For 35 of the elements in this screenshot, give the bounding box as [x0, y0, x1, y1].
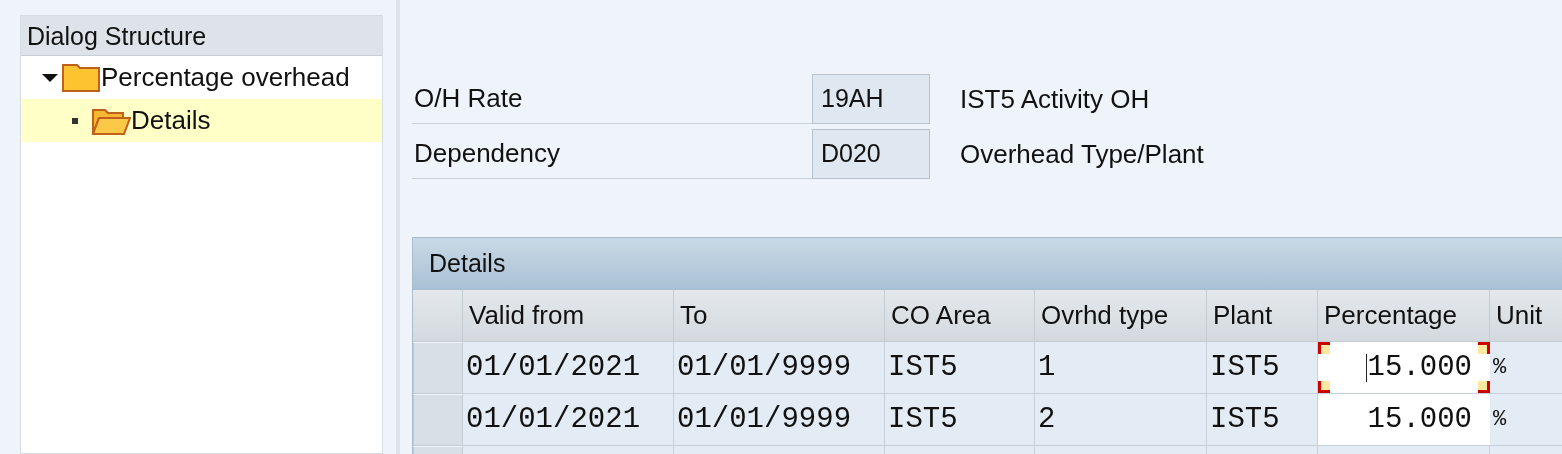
table-cell: 2: [1035, 394, 1207, 446]
row-selector[interactable]: [413, 394, 463, 446]
table-cell: %: [1490, 394, 1562, 446]
input-field[interactable]: 15.000: [1318, 342, 1490, 394]
table-cell: IST5: [1207, 342, 1318, 394]
display-field: D020: [812, 129, 930, 179]
table-cell: 01/01/2021: [463, 342, 674, 394]
column-header[interactable]: To: [674, 290, 885, 342]
table-cell: %: [1490, 342, 1562, 394]
field-description: IST5 Activity OH: [959, 82, 1150, 116]
column-header[interactable]: CO Area: [885, 290, 1035, 342]
table-cell: 01/01/9999: [674, 342, 885, 394]
column-header[interactable]: Unit: [1490, 290, 1562, 342]
tree-label: Percentage overhead: [101, 61, 350, 94]
panel-title: Dialog Structure: [21, 16, 382, 56]
field-description: Overhead Type/Plant: [959, 137, 1204, 171]
table-cell: IST5: [1207, 394, 1318, 446]
select-all-button[interactable]: [413, 290, 463, 342]
tree-item[interactable]: Percentage overhead: [21, 56, 382, 99]
column-header[interactable]: Plant: [1207, 290, 1318, 342]
panel-title: Details: [413, 238, 1562, 290]
table-cell: 1: [1035, 342, 1207, 394]
column-header[interactable]: Ovrhd type: [1035, 290, 1207, 342]
table-cell: 01/01/2021: [463, 394, 674, 446]
table-cell: IST5: [885, 342, 1035, 394]
column-header[interactable]: Valid from: [463, 290, 674, 342]
tree-item[interactable]: Details: [21, 99, 382, 142]
row-selector[interactable]: [413, 342, 463, 394]
folder-icon: [61, 62, 101, 93]
column-header[interactable]: Percentage: [1318, 290, 1490, 342]
input-field[interactable]: 15.000: [1318, 394, 1490, 446]
table-cell: IST5: [885, 394, 1035, 446]
tree-label: Details: [131, 104, 211, 137]
table-cell: 01/01/9999: [674, 394, 885, 446]
display-field: 19AH: [812, 74, 930, 124]
